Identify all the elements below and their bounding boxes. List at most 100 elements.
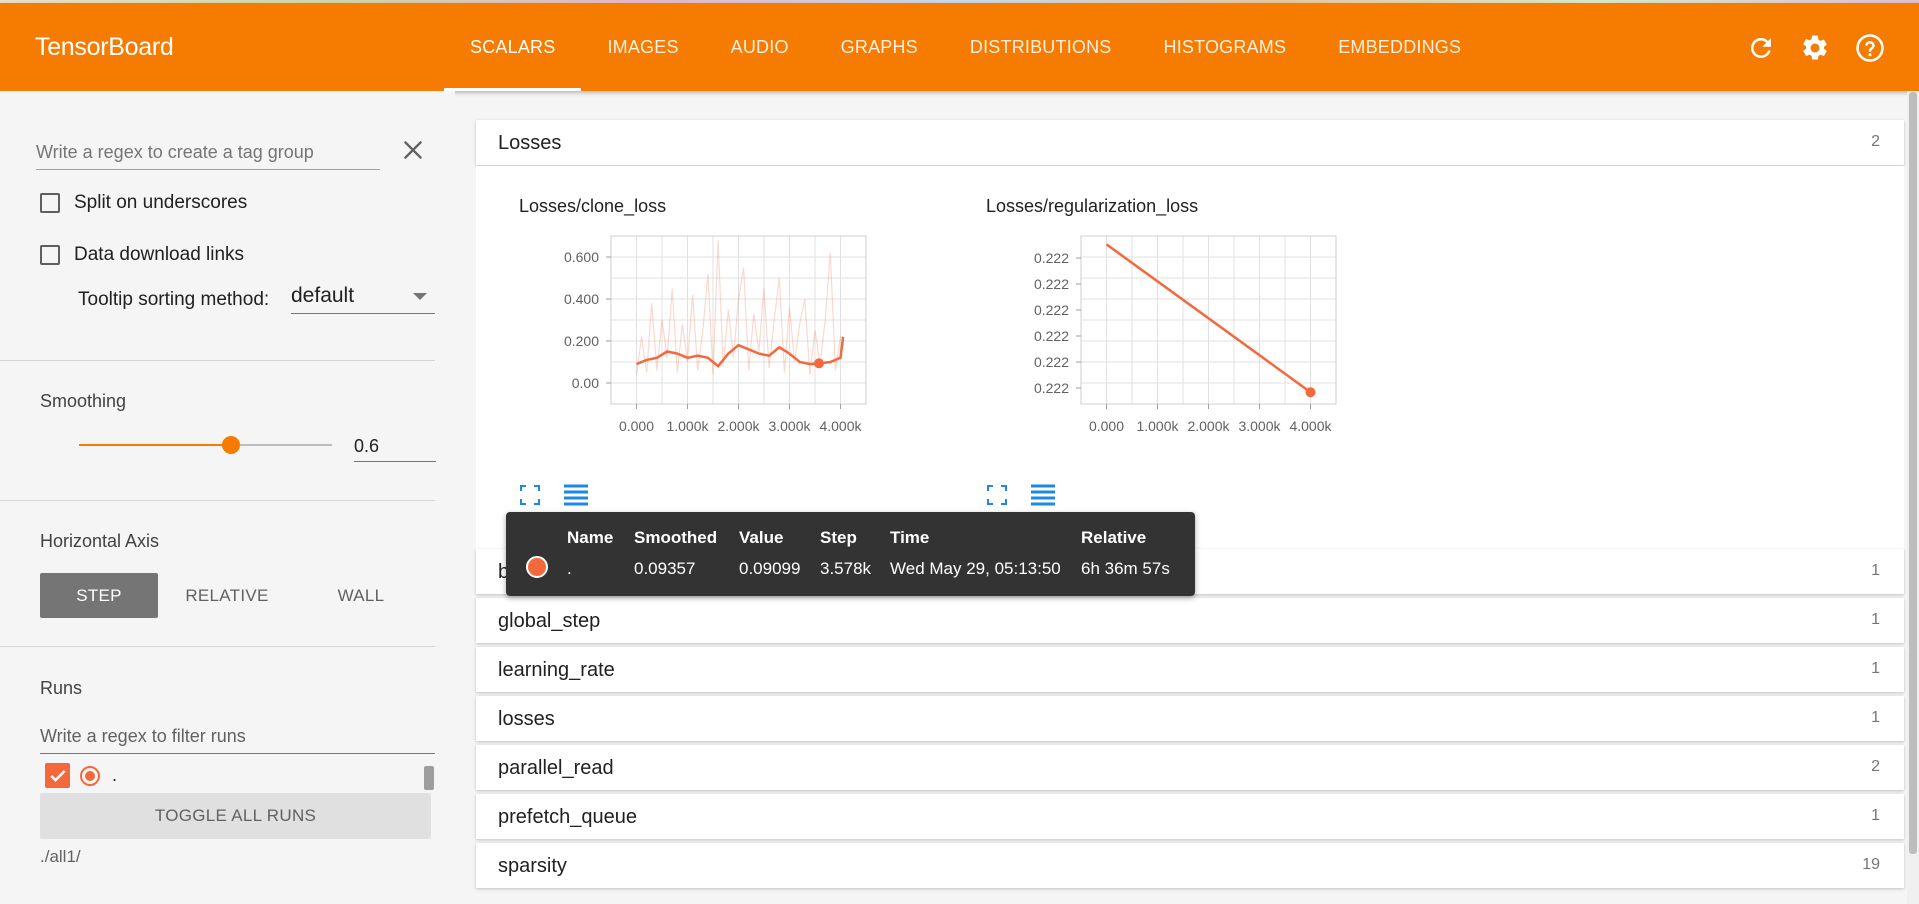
chart-tooltip: Name Smoothed Value Step Time Relative .…: [506, 512, 1195, 596]
toggle-all-runs-button[interactable]: TOGGLE ALL RUNS: [40, 793, 431, 839]
split-underscores-checkbox[interactable]: [40, 193, 60, 213]
tooltip-time: Wed May 29, 05:13:50: [890, 559, 1061, 578]
tab-scalars[interactable]: SCALARS: [444, 3, 582, 91]
horizontal-axis-label: Horizontal Axis: [40, 531, 160, 551]
checkmark-icon: [49, 769, 66, 782]
y-tick-label: 0.222: [1034, 380, 1069, 396]
data-table-icon[interactable]: [562, 481, 590, 509]
expand-chart-icon[interactable]: [985, 483, 1009, 507]
tag-group-header[interactable]: learning_rate 1: [476, 647, 1904, 692]
run-color-dot: [526, 556, 548, 578]
x-tick-label: 4.000k: [819, 418, 862, 434]
x-tick-label: 3.000k: [1238, 418, 1281, 434]
y-tick-label: 0.600: [564, 249, 599, 265]
tooltip-run-name: .: [567, 559, 572, 578]
axis-option-relative[interactable]: RELATIVE: [160, 573, 294, 618]
data-table-icon[interactable]: [1029, 481, 1057, 509]
x-tick-label: 2.000k: [717, 418, 760, 434]
hover-point: [813, 358, 824, 369]
top-app-bar: TensorBoard SCALARS IMAGES AUDIO GRAPHS DIST…: [0, 3, 1919, 91]
y-tick-label: 0.222: [1034, 276, 1069, 292]
settings-icon[interactable]: [1800, 33, 1830, 63]
tag-group-title: global_step: [498, 610, 601, 632]
runs-label: Runs: [40, 678, 83, 698]
tag-group-title: losses: [498, 708, 555, 730]
tag-group-count: 1: [1871, 611, 1880, 628]
clone-loss-chart[interactable]: 0.000 1.000k 2.000k 3.000k 4.000k 0.600 0.400 0…: [516, 226, 896, 458]
tag-group-count: 1: [1871, 807, 1880, 824]
smoothing-slider[interactable]: [79, 436, 332, 454]
tag-group-regex-input[interactable]: [36, 135, 380, 170]
split-underscores-option[interactable]: Split on underscores: [40, 192, 247, 214]
tab-images[interactable]: IMAGES: [581, 3, 704, 91]
tag-group-header[interactable]: sparsity 19: [476, 843, 1904, 888]
run-checkbox[interactable]: [45, 763, 70, 788]
app-title: TensorBoard: [35, 33, 174, 61]
tooltip-relative: 6h 36m 57s: [1081, 559, 1170, 578]
x-tick-label: 4.000k: [1289, 418, 1332, 434]
help-icon[interactable]: [1855, 33, 1885, 63]
dashboard-tabs: SCALARS IMAGES AUDIO GRAPHS DISTRIBUTIONS HIS…: [444, 3, 1487, 91]
tag-group-header[interactable]: global_step 1: [476, 598, 1904, 643]
tab-distributions[interactable]: DISTRIBUTIONS: [944, 3, 1138, 91]
y-tick-label: 0.222: [1034, 354, 1069, 370]
tag-group-count: 1: [1871, 660, 1880, 677]
dropdown-arrow-icon: [413, 293, 427, 300]
regularization-loss-chart[interactable]: 0.000 1.000k 2.000k 3.000k 4.000k 0.222 0.222 0…: [986, 226, 1366, 458]
split-underscores-label: Split on underscores: [74, 192, 248, 213]
tooltip-sort-value: default: [291, 284, 355, 307]
axis-option-wall[interactable]: WALL: [294, 573, 428, 618]
run-item[interactable]: .: [45, 763, 117, 788]
charts-panel: Losses/clone_loss 0.000 1.000k 2.000k 3.000…: [476, 166, 1904, 571]
tag-group-count: 1: [1871, 562, 1880, 579]
tooltip-raw-value: 0.09099: [739, 559, 801, 578]
x-tick-label: 0.000: [619, 418, 654, 434]
tab-graphs[interactable]: GRAPHS: [815, 3, 944, 91]
tab-embeddings[interactable]: EMBEDDINGS: [1312, 3, 1487, 91]
tag-group-title: learning_rate: [498, 659, 615, 681]
tag-group-count: 19: [1862, 856, 1880, 873]
page-scrollbar-thumb[interactable]: [1909, 92, 1917, 854]
tab-audio[interactable]: AUDIO: [705, 3, 815, 91]
log-directory: ./all1/: [40, 847, 81, 866]
x-tick-label: 1.000k: [666, 418, 709, 434]
runs-scrollbar[interactable]: [424, 766, 434, 790]
tag-group-title: sparsity: [498, 855, 567, 877]
data-download-option[interactable]: Data download links: [40, 244, 244, 266]
x-tick-label: 2.000k: [1187, 418, 1230, 434]
tooltip-sort-label: Tooltip sorting method:: [78, 289, 270, 310]
tag-group-header[interactable]: losses 1: [476, 696, 1904, 741]
axis-option-step[interactable]: STEP: [40, 573, 158, 618]
tooltip-header-relative: Relative: [1081, 528, 1147, 547]
data-download-checkbox[interactable]: [40, 245, 60, 265]
smoothing-label: Smoothing: [40, 391, 127, 411]
expand-chart-icon[interactable]: [518, 483, 542, 507]
smoothing-value-input[interactable]: 0.6: [354, 431, 436, 462]
tag-group-header[interactable]: prefetch_queue 1: [476, 794, 1904, 839]
divider: [0, 500, 435, 501]
divider: [0, 646, 435, 647]
tag-group-count: 2: [1871, 758, 1880, 775]
tooltip-step: 3.578k: [820, 559, 872, 578]
tag-group-title: prefetch_queue: [498, 806, 638, 828]
main-content: Losses 2 Losses/clone_loss 0.000 1.000k 2.…: [476, 91, 1907, 904]
chart-title: Losses/clone_loss: [519, 196, 667, 216]
tooltip-header-step: Step: [820, 528, 857, 547]
x-tick-label: 3.000k: [768, 418, 811, 434]
refresh-icon[interactable]: [1746, 33, 1776, 63]
runs-filter-input[interactable]: Write a regex to filter runs: [40, 719, 435, 754]
y-tick-label: 0.200: [564, 333, 599, 349]
tab-histograms[interactable]: HISTOGRAMS: [1138, 3, 1313, 91]
tag-group-count: 1: [1871, 709, 1880, 726]
tag-group-header[interactable]: parallel_read 2: [476, 745, 1904, 790]
y-tick-label: 0.222: [1034, 302, 1069, 318]
hover-point: [1305, 387, 1316, 398]
tag-group-header-losses[interactable]: Losses 2: [476, 120, 1904, 165]
tooltip-sort-dropdown[interactable]: default: [291, 279, 435, 314]
tag-group-count: 2: [1871, 133, 1880, 150]
close-icon[interactable]: [400, 137, 426, 163]
smoothing-slider-knob[interactable]: [221, 436, 240, 454]
run-radio-button[interactable]: [80, 765, 100, 786]
tag-group-title: parallel_read: [498, 757, 614, 779]
tooltip-header-name: Name: [567, 528, 614, 547]
